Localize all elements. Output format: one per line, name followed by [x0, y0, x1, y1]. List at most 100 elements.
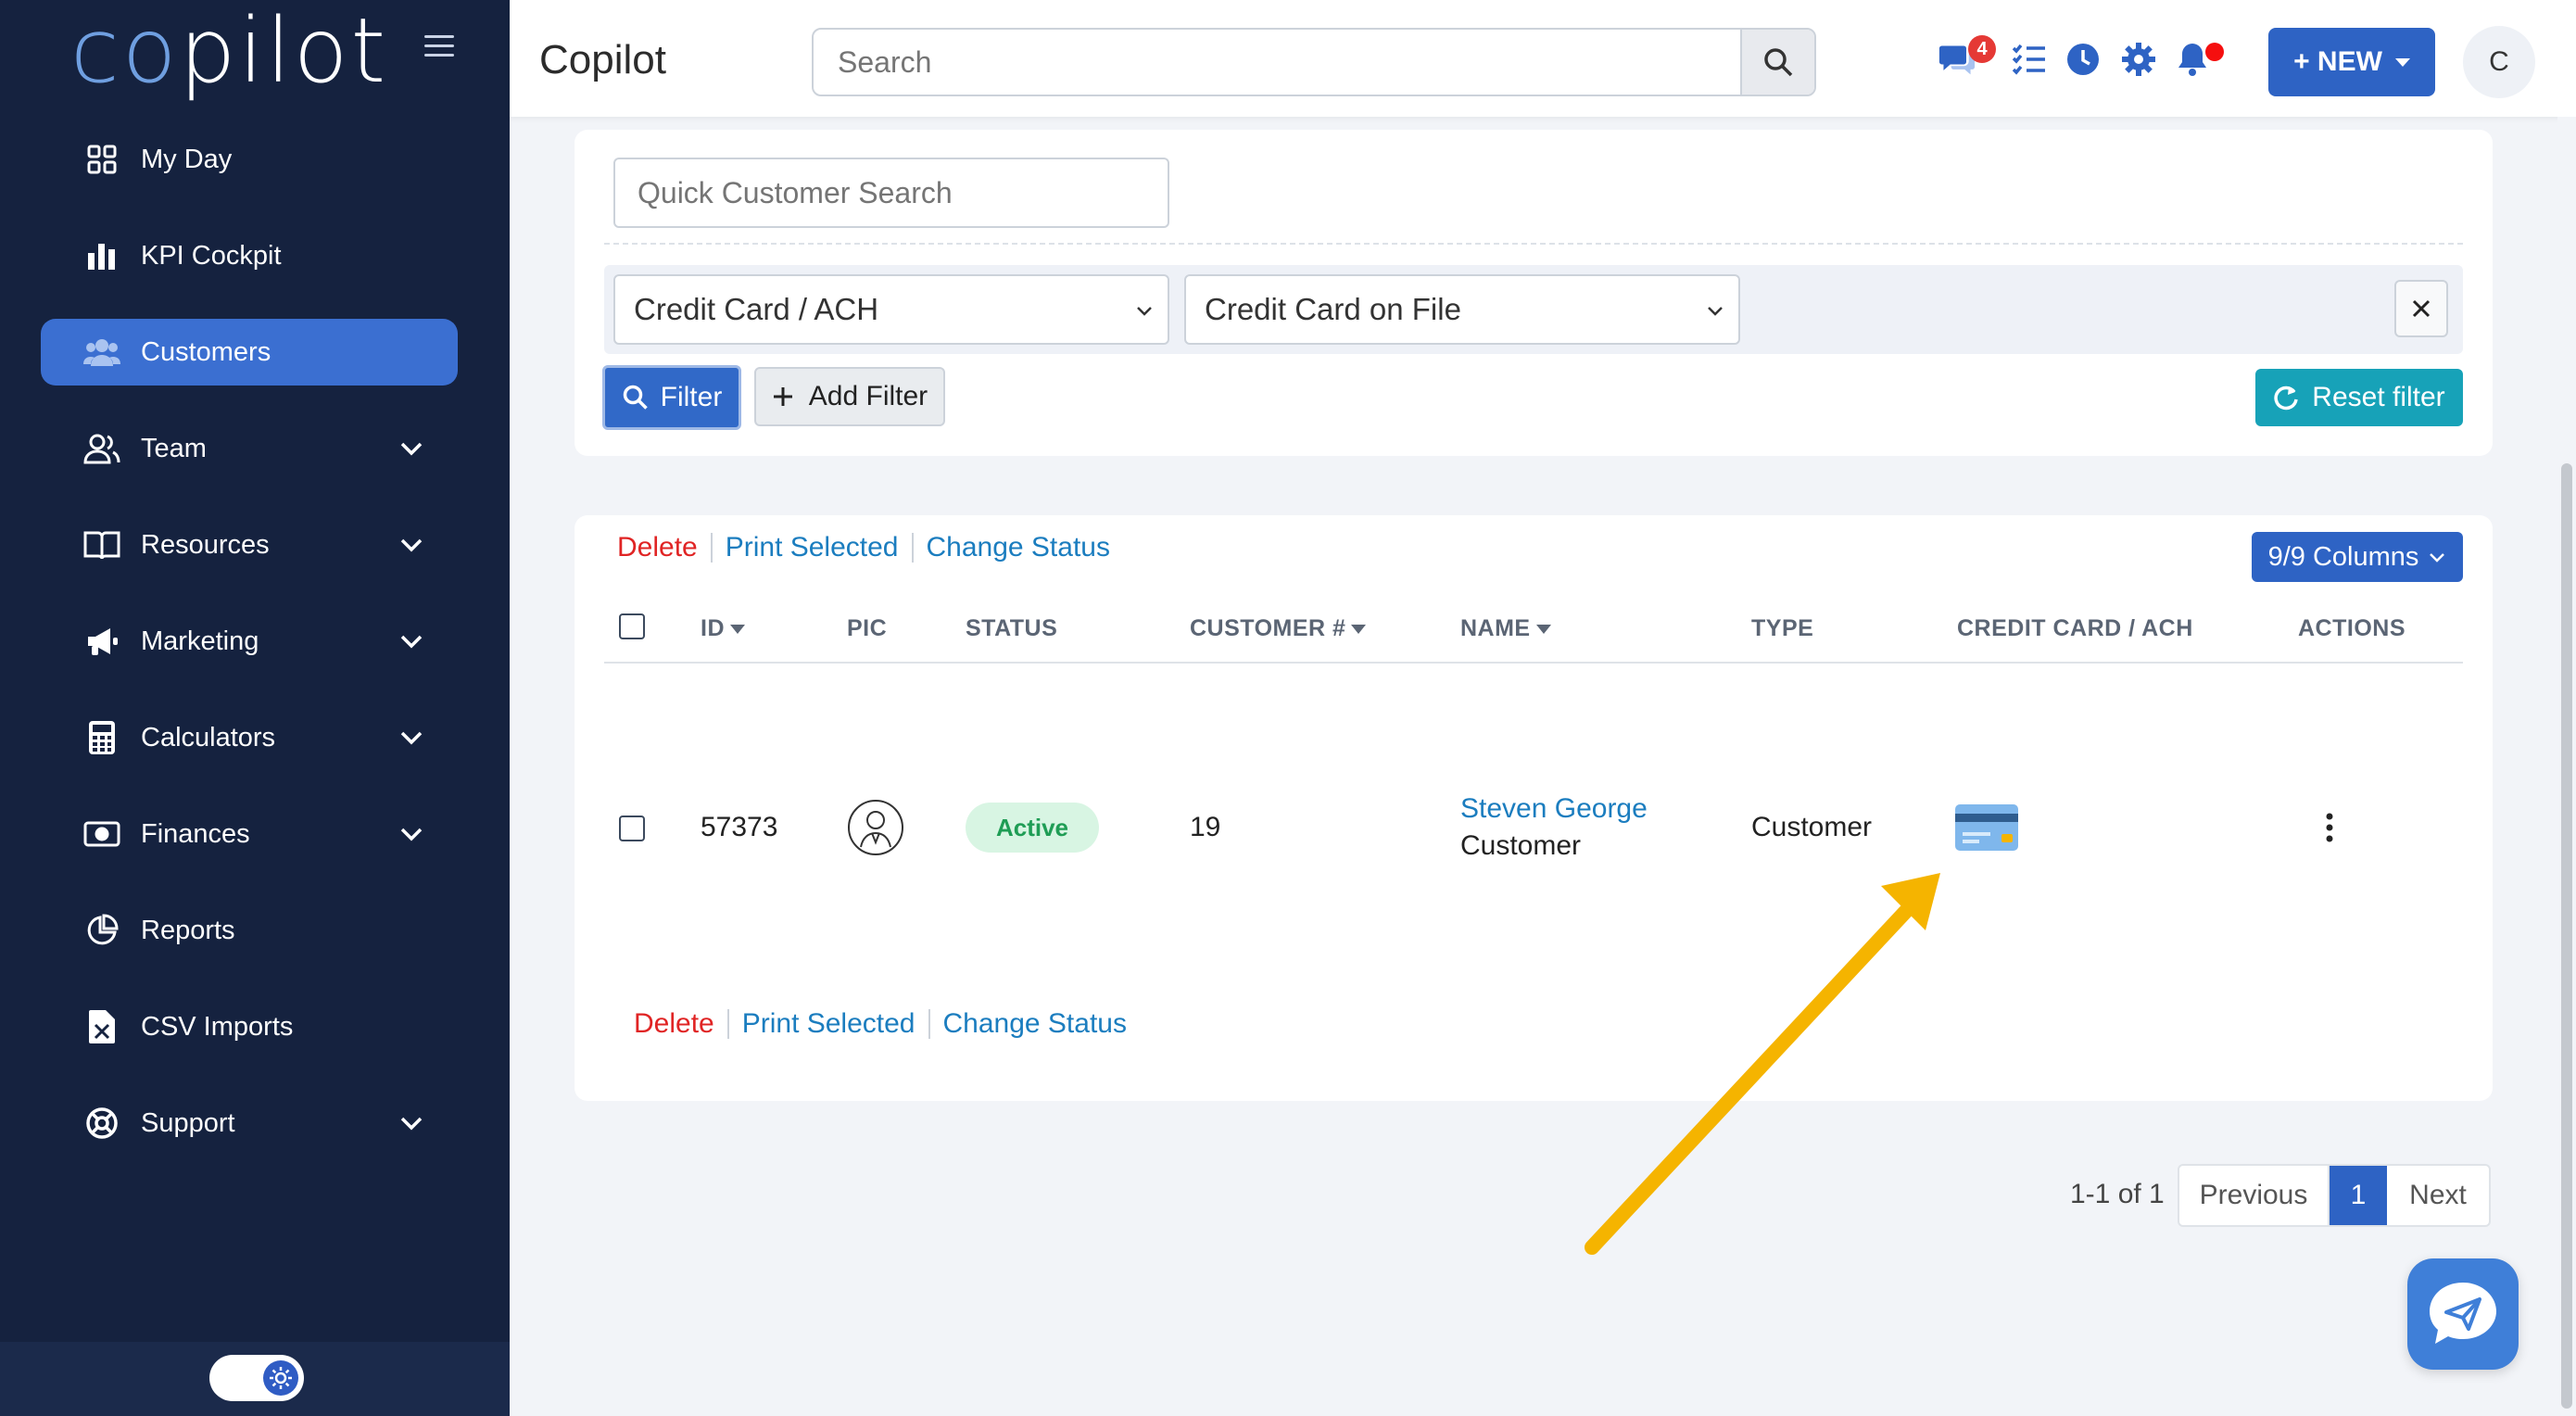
sort-caret-icon: [730, 624, 745, 634]
filter-field-select[interactable]: Credit Card / ACH: [613, 274, 1169, 345]
sidebar-item-resources[interactable]: Resources: [41, 512, 458, 578]
filter-button[interactable]: Filter: [602, 365, 741, 430]
sort-caret-icon: [1351, 624, 1367, 634]
messages-badge: 4: [1968, 35, 1996, 63]
tasks-list-icon[interactable]: [2011, 41, 2048, 78]
new-button[interactable]: + NEW: [2268, 28, 2435, 96]
search-button[interactable]: [1740, 30, 1814, 95]
chevron-down-icon[interactable]: [398, 628, 424, 654]
chevron-down-icon: [1137, 307, 1152, 316]
sidebar-item-label: Reports: [141, 915, 235, 945]
sidebar-item-label: Customers: [141, 336, 271, 367]
cell-type: Customer: [1751, 812, 1873, 842]
more-actions-icon[interactable]: [2322, 812, 2337, 843]
divider: [726, 1009, 729, 1039]
filter-value-select[interactable]: Credit Card on File: [1184, 274, 1740, 345]
divider: [710, 533, 713, 563]
sidebar-item-marketing[interactable]: Marketing: [41, 608, 458, 675]
column-header-actions: ACTIONS: [2298, 615, 2406, 641]
chevron-down-icon[interactable]: [398, 1110, 424, 1136]
quick-customer-search-input[interactable]: [613, 158, 1169, 228]
grid-icon: [83, 141, 120, 178]
columns-toggle-button[interactable]: 9/9 Columns: [2252, 532, 2463, 582]
reset-filter-button[interactable]: Reset filter: [2255, 369, 2463, 426]
copilot-logo[interactable]: copilot: [70, 0, 388, 102]
sidebar-item-label: My Day: [141, 144, 233, 174]
scrollbar-thumb[interactable]: [2561, 463, 2572, 1409]
print-selected-link[interactable]: Print Selected: [726, 532, 899, 563]
notification-dot: [2205, 43, 2224, 61]
remove-filter-button[interactable]: [2394, 280, 2448, 337]
change-status-link[interactable]: Change Status: [927, 532, 1110, 563]
column-header-status: STATUS: [966, 615, 1058, 641]
clock-icon[interactable]: [2065, 41, 2102, 78]
add-filter-button[interactable]: Add Filter: [754, 367, 945, 426]
sidebar-item-support[interactable]: Support: [41, 1090, 458, 1157]
sidebar-item-kpi-cockpit[interactable]: KPI Cockpit: [41, 222, 458, 289]
chat-widget-button[interactable]: [2407, 1258, 2519, 1370]
sidebar-item-customers[interactable]: Customers: [41, 319, 458, 386]
sun-icon: [263, 1360, 298, 1396]
user-avatar-icon: [848, 800, 903, 855]
chat-send-icon: [2430, 1283, 2496, 1344]
sidebar-item-label: Support: [141, 1107, 235, 1138]
gear-icon[interactable]: [2120, 41, 2157, 78]
global-search: [812, 28, 1816, 96]
previous-page-button[interactable]: Previous: [2179, 1166, 2330, 1225]
caret-down-icon: [2394, 57, 2410, 67]
column-header-type: TYPE: [1751, 615, 1814, 641]
chevron-down-icon: [1708, 307, 1723, 316]
cell-name-subtitle: Customer: [1460, 830, 1582, 861]
search-input[interactable]: [814, 30, 1718, 95]
page-1-button[interactable]: 1: [2330, 1166, 2387, 1225]
close-icon: [2412, 299, 2431, 318]
megaphone-icon: [83, 623, 120, 660]
select-all-checkbox[interactable]: [619, 613, 645, 639]
column-header-id[interactable]: ID: [701, 615, 745, 642]
sidebar-item-reports[interactable]: Reports: [41, 897, 458, 964]
column-header-customer-number[interactable]: CUSTOMER #: [1190, 615, 1367, 642]
avatar[interactable]: C: [2463, 26, 2535, 98]
chevron-down-icon[interactable]: [398, 532, 424, 558]
bulk-actions-bottom: Delete Print Selected Change Status: [634, 1008, 1127, 1040]
delete-link[interactable]: Delete: [634, 1008, 714, 1040]
chevron-down-icon[interactable]: [398, 821, 424, 847]
money-icon: [83, 815, 120, 853]
pagination: Previous 1 Next: [2178, 1164, 2491, 1227]
sidebar-item-label: Calculators: [141, 722, 276, 752]
users-icon: [83, 334, 120, 371]
column-header-credit-card-ach: CREDIT CARD / ACH: [1957, 615, 2193, 641]
calculator-icon: [83, 719, 120, 756]
theme-toggle[interactable]: [209, 1355, 304, 1401]
chevron-down-icon[interactable]: [398, 725, 424, 751]
plus-icon: [773, 387, 792, 406]
hamburger-menu-icon[interactable]: [424, 35, 454, 59]
column-header-pic: PIC: [847, 615, 888, 641]
cell-customer-number: 19: [1190, 812, 1221, 842]
top-header: Copilot: [510, 0, 2576, 117]
sidebar-item-calculators[interactable]: Calculators: [41, 704, 458, 771]
sidebar-item-team[interactable]: Team: [41, 415, 458, 482]
column-header-name[interactable]: NAME: [1460, 615, 1551, 642]
sidebar-item-finances[interactable]: Finances: [41, 801, 458, 867]
bell-icon[interactable]: [2174, 41, 2211, 78]
pie-chart-icon: [83, 912, 120, 949]
file-excel-icon: [83, 1008, 120, 1045]
next-page-button[interactable]: Next: [2387, 1166, 2489, 1225]
refresh-icon: [2274, 386, 2299, 411]
divider: [604, 243, 2463, 245]
chevron-down-icon[interactable]: [398, 436, 424, 461]
pagination-info: 1-1 of 1: [2070, 1179, 2165, 1209]
team-icon: [83, 430, 120, 467]
change-status-link[interactable]: Change Status: [943, 1008, 1127, 1040]
delete-link[interactable]: Delete: [617, 532, 698, 563]
credit-card-icon[interactable]: [1953, 803, 2020, 853]
customer-name-link[interactable]: Steven George: [1460, 793, 1648, 825]
row-checkbox[interactable]: [619, 815, 645, 841]
sidebar-item-label: CSV Imports: [141, 1011, 294, 1042]
print-selected-link[interactable]: Print Selected: [742, 1008, 915, 1040]
table-header-divider: [604, 662, 2463, 664]
sidebar-item-my-day[interactable]: My Day: [41, 126, 458, 193]
sidebar-item-csv-imports[interactable]: CSV Imports: [41, 993, 458, 1060]
sidebar-item-label: Finances: [141, 818, 250, 849]
